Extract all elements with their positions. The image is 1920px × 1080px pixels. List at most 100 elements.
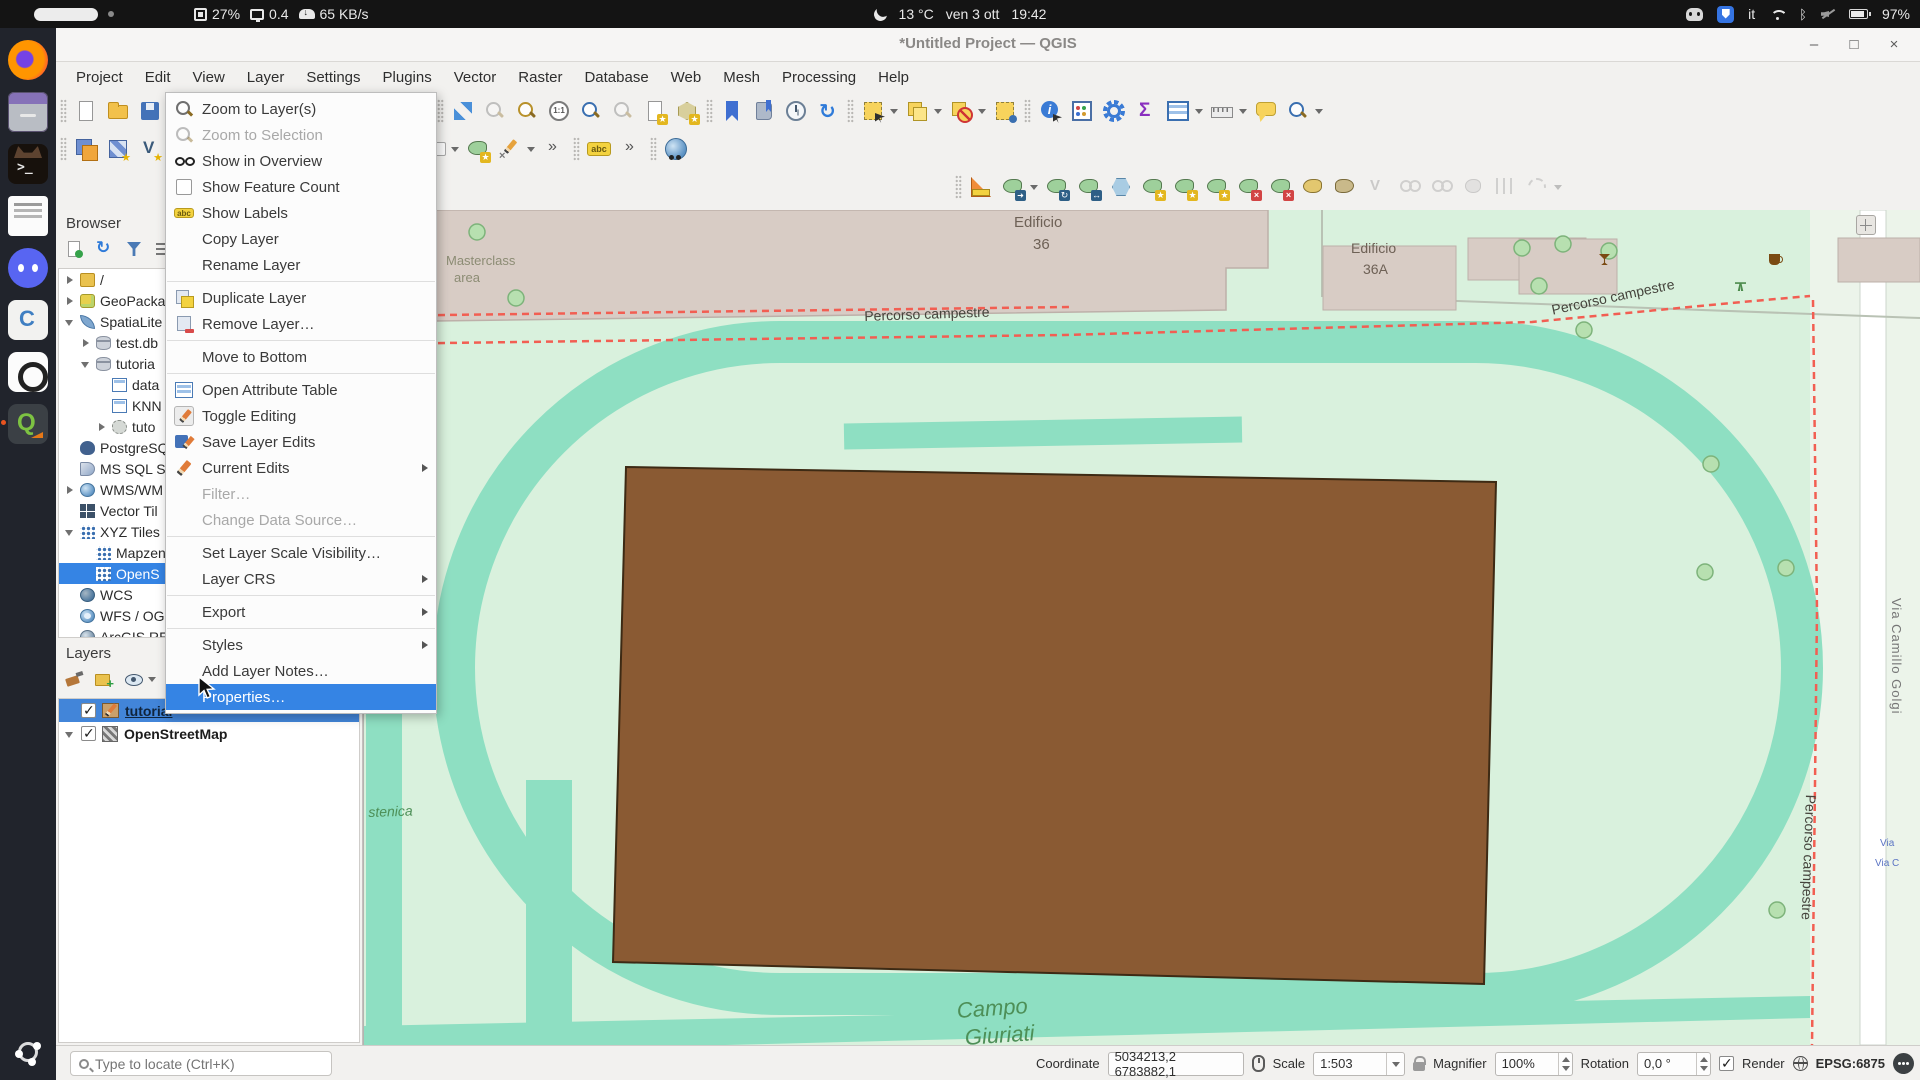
add-selected-layers-button[interactable] [64,239,84,259]
identify-features-button[interactable] [1037,98,1063,124]
dock-terminal[interactable] [8,144,48,184]
nominatim-search-dropdown-icon[interactable] [1315,109,1323,114]
close-button[interactable]: × [1882,33,1906,57]
menubar-layer[interactable]: Layer [237,66,295,89]
manage-map-themes-button[interactable] [124,669,156,689]
menubar-database[interactable]: Database [574,66,658,89]
menubar-raster[interactable]: Raster [508,66,572,89]
offset-point-symbols-button[interactable] [1076,174,1102,200]
layer-item-openstreetmap[interactable]: OpenStreetMap [59,722,359,745]
locator-input[interactable] [95,1056,323,1072]
select-by-location-button[interactable] [992,98,1018,124]
menu-item-open-attribute-table[interactable]: Open Attribute Table [166,377,436,403]
filter-browser-button[interactable] [124,239,144,259]
move-feature-button[interactable] [1000,174,1038,200]
expander-icon[interactable] [97,422,107,432]
deselect-features-dropdown-icon[interactable] [978,109,986,114]
crs-globe-icon[interactable] [1793,1056,1808,1071]
select-features-by-value-button[interactable] [904,98,942,124]
add-ring-button[interactable] [1140,174,1166,200]
new-spatial-bookmark-button[interactable] [719,98,745,124]
menubar-edit[interactable]: Edit [135,66,181,89]
expander-icon[interactable] [81,338,91,348]
open-project-button[interactable] [105,98,131,124]
menubar-mesh[interactable]: Mesh [713,66,770,89]
rotation-spin-icons[interactable] [1696,1053,1710,1075]
move-feature-dropdown-icon[interactable] [1030,185,1038,190]
toolbar-handle[interactable] [60,99,67,123]
select-features-button[interactable] [860,98,898,124]
map-canvas[interactable]: MasterclassareaEdificio36Edificio36APerc… [363,210,1920,1045]
processing-toolbox-button[interactable] [1101,98,1127,124]
menu-item-show-labels[interactable]: Show Labels [166,200,436,226]
clock-menu[interactable]: 13 °C ven 3 ott 19:42 [0,0,1920,28]
show-spatial-bookmarks-button[interactable] [751,98,777,124]
open-attribute-table-button[interactable] [1165,98,1203,124]
toolbar-overflow-button[interactable] [541,136,567,162]
refresh-browser-button[interactable] [94,239,114,259]
digitizing-combo-dropdown-icon[interactable] [451,147,459,152]
delete-part-button[interactable] [1268,174,1294,200]
toolbar-handle[interactable] [650,137,657,161]
menubar-project[interactable]: Project [66,66,133,89]
menubar-help[interactable]: Help [868,66,919,89]
enable-advanced-digitizing-button[interactable] [968,174,994,200]
menubar-processing[interactable]: Processing [772,66,866,89]
toolbar-handle[interactable] [706,99,713,123]
map-tips-button[interactable] [1253,98,1279,124]
expander-icon[interactable] [65,485,75,495]
menubar-plugins[interactable]: Plugins [373,66,442,89]
layer-visibility-checkbox[interactable] [81,703,96,718]
add-group-button[interactable] [94,669,114,689]
add-mesh-layer-button[interactable] [137,136,163,162]
zoom-native-button[interactable] [546,98,572,124]
fill-ring-button[interactable] [1172,174,1198,200]
toolbar-handle[interactable] [437,99,444,123]
menu-item-copy-layer[interactable]: Copy Layer [166,226,436,252]
menu-item-current-edits[interactable]: Current Edits [166,455,436,481]
render-checkbox[interactable] [1719,1056,1734,1071]
menubar-vector[interactable]: Vector [444,66,507,89]
dock-image-tool[interactable] [8,300,48,340]
select-features-dropdown-icon[interactable] [890,109,898,114]
measure-button[interactable] [1209,98,1247,124]
rotate-feature-button[interactable] [1044,174,1070,200]
offset-curve-button[interactable] [1332,174,1358,200]
dock-document-shredder[interactable] [8,196,48,236]
add-vector-layer-button[interactable] [73,136,99,162]
add-part-button[interactable] [1204,174,1230,200]
statistical-summary-button[interactable] [1069,98,1095,124]
menu-item-styles[interactable]: Styles [166,632,436,658]
menu-item-remove-layer[interactable]: Remove Layer… [166,311,436,337]
new-map-view-button[interactable] [642,98,668,124]
label-toolbar-button[interactable] [586,136,612,162]
expander-icon[interactable] [81,359,91,369]
simplify-feature-button[interactable] [1108,174,1134,200]
toolbar-handle[interactable] [847,99,854,123]
toolbar-handle[interactable] [1024,99,1031,123]
discord-tray-icon[interactable] [1686,8,1703,21]
system-tray[interactable]: it ᛒ 97% [1686,0,1910,28]
measure-dropdown-icon[interactable] [1239,109,1247,114]
temporal-controller-button[interactable] [783,98,809,124]
vertex-tool-button[interactable] [497,136,535,162]
magnifier-spin-icons[interactable] [1558,1053,1572,1075]
save-project-button[interactable] [137,98,163,124]
shield-tray-icon[interactable] [1717,6,1734,23]
dock-firefox[interactable] [8,40,48,80]
reshape-features-button[interactable] [1300,174,1326,200]
menu-item-set-layer-scale-visibility[interactable]: Set Layer Scale Visibility… [166,540,436,566]
extents-icon[interactable] [1252,1055,1265,1072]
menubar-settings[interactable]: Settings [296,66,370,89]
circular-arc-dropdown-icon[interactable] [1554,185,1562,190]
menu-item-layer-crs[interactable]: Layer CRS [166,566,436,592]
menu-item-toggle-editing[interactable]: Toggle Editing [166,403,436,429]
scale-combo[interactable]: 1:503 [1313,1052,1405,1076]
zoom-full-button[interactable] [450,98,476,124]
deselect-features-button[interactable] [948,98,986,124]
add-raster-layer-button[interactable] [105,136,131,162]
zoom-last-button[interactable] [578,98,604,124]
coordinate-box[interactable]: 5034213,2 6783882,1 [1108,1052,1244,1076]
zoom-to-layer-button[interactable] [514,98,540,124]
manage-map-themes-dropdown-icon[interactable] [148,677,156,682]
